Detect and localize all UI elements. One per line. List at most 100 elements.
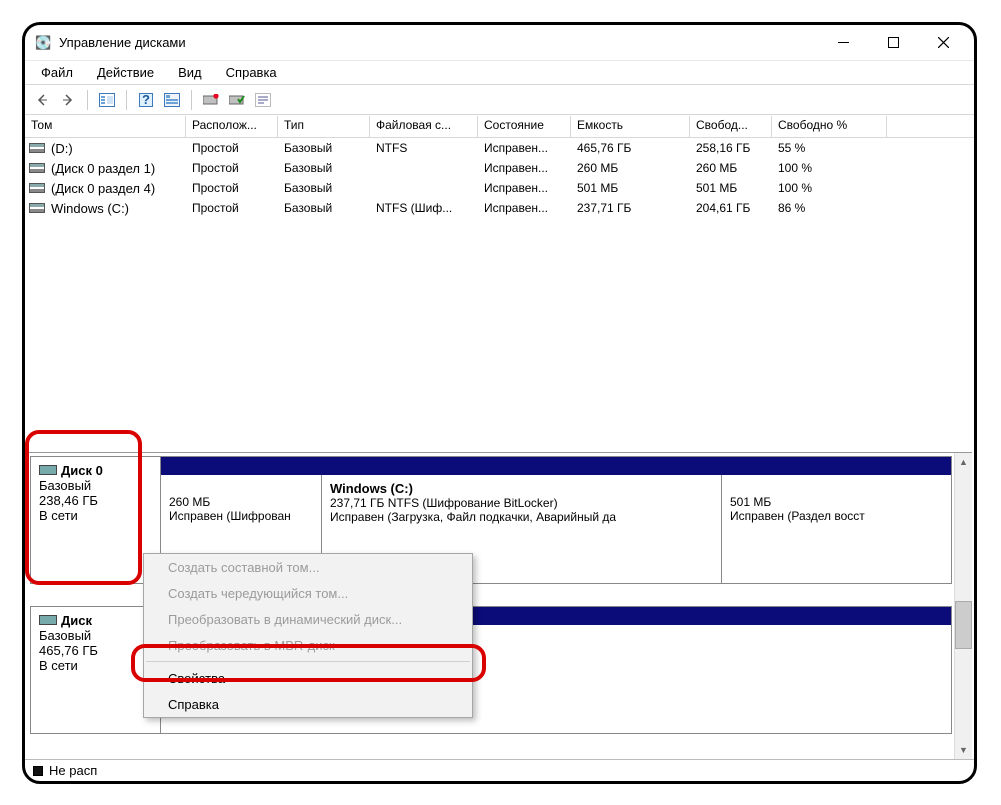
col-capacity[interactable]: Емкость: [571, 116, 690, 137]
menu-separator: [146, 661, 470, 662]
disk-icon: [39, 465, 57, 475]
cell-pct: 100 %: [772, 180, 887, 196]
cell-type: Базовый: [278, 140, 370, 156]
window-title: Управление дисками: [59, 35, 186, 50]
toolbar-button[interactable]: [161, 89, 183, 111]
col-pct[interactable]: Свободно %: [772, 116, 887, 137]
svg-text:?: ?: [142, 93, 150, 107]
menu-help[interactable]: Справка: [216, 63, 287, 82]
menu-view[interactable]: Вид: [168, 63, 212, 82]
context-menu-item[interactable]: Справка: [144, 691, 472, 717]
col-status[interactable]: Состояние: [478, 116, 571, 137]
volume-icon: [29, 143, 45, 153]
toolbar-button[interactable]: [226, 89, 248, 111]
context-menu-item[interactable]: Свойства: [144, 665, 472, 691]
scroll-up-icon[interactable]: ▲: [955, 453, 972, 471]
volume-icon: [29, 183, 45, 193]
cell-pct: 100 %: [772, 160, 887, 176]
toolbar-view-button[interactable]: [96, 89, 118, 111]
nav-back-button[interactable]: [31, 89, 53, 111]
cell-free: 260 МБ: [690, 160, 772, 176]
cell-layout: Простой: [186, 180, 278, 196]
menu-action[interactable]: Действие: [87, 63, 164, 82]
menu-file[interactable]: Файл: [31, 63, 83, 82]
disk-type: Базовый: [39, 478, 152, 493]
toolbar-button[interactable]: [252, 89, 274, 111]
cell-capacity: 260 МБ: [571, 160, 690, 176]
cell-layout: Простой: [186, 140, 278, 156]
cell-type: Базовый: [278, 160, 370, 176]
cell-volume: (Диск 0 раздел 1): [25, 160, 186, 177]
cell-fs: NTFS: [370, 140, 478, 156]
cell-status: Исправен...: [478, 140, 571, 156]
col-free[interactable]: Свобод...: [690, 116, 772, 137]
table-row[interactable]: Windows (C:)ПростойБазовыйNTFS (Шиф...Ис…: [25, 198, 974, 218]
grid-header: Том Располож... Тип Файловая с... Состоя…: [25, 116, 974, 138]
cell-fs: [370, 167, 478, 169]
cell-status: Исправен...: [478, 180, 571, 196]
toolbar-sep: [191, 90, 192, 110]
toolbar: ?: [25, 85, 974, 115]
cell-capacity: 237,71 ГБ: [571, 200, 690, 216]
col-layout[interactable]: Располож...: [186, 116, 278, 137]
toolbar-sep: [87, 90, 88, 110]
cell-capacity: 501 МБ: [571, 180, 690, 196]
cell-fs: [370, 187, 478, 189]
toolbar-button[interactable]: [200, 89, 222, 111]
cell-volume: Windows (C:): [25, 200, 186, 217]
vertical-scrollbar[interactable]: ▲ ▼: [954, 453, 972, 759]
disk-header[interactable]: Диск 0 Базовый 238,46 ГБ В сети: [31, 457, 161, 583]
nav-forward-button[interactable]: [57, 89, 79, 111]
disk-header[interactable]: Диск Базовый 465,76 ГБ В сети: [31, 607, 161, 733]
cell-type: Базовый: [278, 200, 370, 216]
table-row[interactable]: (Диск 0 раздел 4)ПростойБазовый Исправен.…: [25, 178, 974, 198]
cell-free: 258,16 ГБ: [690, 140, 772, 156]
col-filler: [887, 116, 974, 137]
context-menu-item: Преобразовать в MBR-диск: [144, 632, 472, 658]
partition-band: [161, 457, 951, 475]
partition[interactable]: 501 МБИсправен (Раздел восст: [721, 475, 951, 583]
toolbar-sep: [126, 90, 127, 110]
menubar: Файл Действие Вид Справка: [25, 61, 974, 85]
disk-label: Диск: [61, 613, 92, 628]
cell-status: Исправен...: [478, 160, 571, 176]
disk-size: 238,46 ГБ: [39, 493, 152, 508]
volume-icon: [29, 203, 45, 213]
legend-swatch: [33, 766, 43, 776]
help-button[interactable]: ?: [135, 89, 157, 111]
col-volume[interactable]: Том: [25, 116, 186, 137]
cell-layout: Простой: [186, 200, 278, 216]
scroll-down-icon[interactable]: ▼: [955, 741, 972, 759]
cell-type: Базовый: [278, 180, 370, 196]
table-row[interactable]: (D:)ПростойБазовыйNTFSИсправен...465,76 …: [25, 138, 974, 158]
cell-layout: Простой: [186, 160, 278, 176]
cell-pct: 86 %: [772, 200, 887, 216]
cell-volume: (D:): [25, 140, 186, 157]
volume-list: Том Располож... Тип Файловая с... Состоя…: [25, 115, 974, 218]
close-button[interactable]: [922, 28, 964, 58]
maximize-button[interactable]: [872, 28, 914, 58]
disk-label: Диск 0: [61, 463, 103, 478]
scroll-thumb[interactable]: [955, 601, 972, 649]
context-menu-item: Создать чередующийся том...: [144, 580, 472, 606]
cell-capacity: 465,76 ГБ: [571, 140, 690, 156]
volume-icon: [29, 163, 45, 173]
app-icon: 💽: [35, 35, 51, 51]
context-menu-item: Создать составной том...: [144, 554, 472, 580]
titlebar: 💽 Управление дисками: [25, 25, 974, 61]
cell-fs: NTFS (Шиф...: [370, 200, 478, 216]
disk-size: 465,76 ГБ: [39, 643, 152, 658]
col-fs[interactable]: Файловая с...: [370, 116, 478, 137]
cell-status: Исправен...: [478, 200, 571, 216]
disk-status: В сети: [39, 658, 152, 673]
cell-volume: (Диск 0 раздел 4): [25, 180, 186, 197]
minimize-button[interactable]: [822, 28, 864, 58]
cell-pct: 55 %: [772, 140, 887, 156]
disk-icon: [39, 615, 57, 625]
col-type[interactable]: Тип: [278, 116, 370, 137]
status-text: Не расп: [49, 763, 97, 778]
context-menu: Создать составной том...Создать чередующ…: [143, 553, 473, 718]
cell-free: 501 МБ: [690, 180, 772, 196]
status-bar: Не расп: [25, 759, 974, 781]
table-row[interactable]: (Диск 0 раздел 1)ПростойБазовый Исправен.…: [25, 158, 974, 178]
